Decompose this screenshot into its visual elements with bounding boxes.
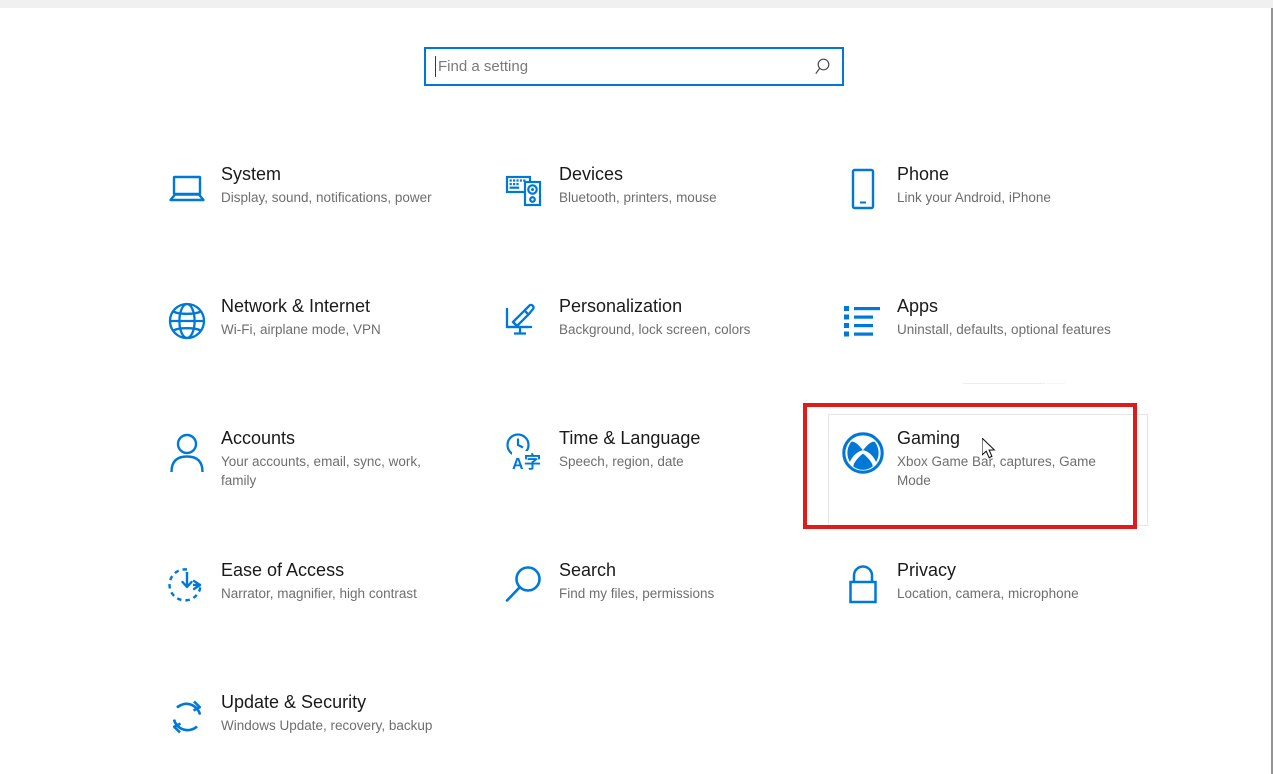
- svg-text:A: A: [512, 456, 524, 473]
- settings-tile-accounts[interactable]: Accounts Your accounts, email, sync, work…: [152, 414, 472, 526]
- settings-tile-description: Background, lock screen, colors: [559, 320, 750, 339]
- magnifier-icon: [497, 559, 553, 611]
- settings-tile-title: Devices: [559, 163, 717, 185]
- settings-tile-description: Wi-Fi, airplane mode, VPN: [221, 320, 381, 339]
- settings-tile-text: Apps Uninstall, defaults, optional featur…: [891, 289, 1111, 339]
- settings-tile-title: Privacy: [897, 559, 1079, 581]
- search-icon[interactable]: [808, 49, 842, 84]
- settings-tile-title: Network & Internet: [221, 295, 381, 317]
- settings-grid-row: Update & Security Windows Update, recover…: [0, 678, 1273, 774]
- settings-tile-ease-of-access[interactable]: Ease of Access Narrator, magnifier, high …: [152, 546, 472, 658]
- laptop-icon: [159, 163, 215, 215]
- settings-tile-privacy[interactable]: Privacy Location, camera, microphone: [828, 546, 1148, 658]
- settings-grid-row: Accounts Your accounts, email, sync, work…: [0, 414, 1273, 546]
- settings-tile-text: Update & Security Windows Update, recover…: [215, 685, 432, 735]
- find-a-setting-search-box[interactable]: [424, 47, 844, 86]
- settings-tile-description: Location, camera, microphone: [897, 584, 1079, 603]
- settings-tile-title: System: [221, 163, 432, 185]
- settings-tile-gaming[interactable]: Gaming Xbox Game Bar, captures, Game Mode: [828, 414, 1148, 526]
- settings-tile-time-language[interactable]: A字 Time & Language Speech, region, date: [490, 414, 810, 526]
- settings-tile-network-internet[interactable]: Network & Internet Wi-Fi, airplane mode, …: [152, 282, 472, 394]
- settings-tile-update-security[interactable]: Update & Security Windows Update, recover…: [152, 678, 472, 774]
- settings-tile-description: Narrator, magnifier, high contrast: [221, 584, 417, 603]
- settings-tile-description: Your accounts, email, sync, work, family: [221, 452, 451, 490]
- hover-outline-remnant-2: [1047, 383, 1065, 384]
- settings-tile-system[interactable]: System Display, sound, notifications, pow…: [152, 150, 472, 262]
- refresh-icon: [159, 691, 215, 743]
- settings-tile-title: Time & Language: [559, 427, 700, 449]
- settings-category-grid: System Display, sound, notifications, pow…: [0, 150, 1273, 774]
- ease-of-access-icon: [159, 559, 215, 611]
- settings-tile-text: Time & Language Speech, region, date: [553, 421, 700, 471]
- settings-tile-description: Bluetooth, printers, mouse: [559, 188, 717, 207]
- settings-tile-apps[interactable]: Apps Uninstall, defaults, optional featur…: [828, 282, 1148, 394]
- settings-tile-description: Windows Update, recovery, backup: [221, 716, 432, 735]
- settings-tile-description: Uninstall, defaults, optional features: [897, 320, 1111, 339]
- settings-tile-text: Network & Internet Wi-Fi, airplane mode, …: [215, 289, 381, 339]
- settings-tile-title: Search: [559, 559, 714, 581]
- settings-grid-row: Ease of Access Narrator, magnifier, high …: [0, 546, 1273, 678]
- window-title-bar-strip: [0, 0, 1273, 8]
- settings-tile-title: Phone: [897, 163, 1051, 185]
- text-caret: [435, 56, 436, 77]
- list-icon: [835, 295, 891, 347]
- settings-tile-title: Ease of Access: [221, 559, 417, 581]
- svg-text:字: 字: [524, 452, 541, 473]
- settings-tile-personalization[interactable]: Personalization Background, lock screen, …: [490, 282, 810, 394]
- search-input[interactable]: [426, 49, 808, 84]
- settings-tile-text: Privacy Location, camera, microphone: [891, 553, 1079, 603]
- settings-window: System Display, sound, notifications, pow…: [0, 0, 1273, 774]
- settings-tile-title: Gaming: [897, 427, 1127, 449]
- settings-tile-title: Accounts: [221, 427, 451, 449]
- settings-tile-search[interactable]: Search Find my files, permissions: [490, 546, 810, 658]
- settings-tile-description: Display, sound, notifications, power: [221, 188, 432, 207]
- settings-tile-title: Apps: [897, 295, 1111, 317]
- settings-tile-text: System Display, sound, notifications, pow…: [215, 157, 432, 207]
- phone-icon: [835, 163, 891, 215]
- settings-tile-description: Xbox Game Bar, captures, Game Mode: [897, 452, 1127, 490]
- paintbrush-monitor-icon: [497, 295, 553, 347]
- settings-grid-row: Network & Internet Wi-Fi, airplane mode, …: [0, 282, 1273, 414]
- settings-tile-text: Personalization Background, lock screen, …: [553, 289, 750, 339]
- settings-grid-row: System Display, sound, notifications, pow…: [0, 150, 1273, 282]
- person-icon: [159, 427, 215, 479]
- clock-language-icon: A字: [497, 427, 553, 479]
- lock-icon: [835, 559, 891, 611]
- settings-tile-text: Accounts Your accounts, email, sync, work…: [215, 421, 451, 490]
- settings-tile-title: Personalization: [559, 295, 750, 317]
- settings-tile-phone[interactable]: Phone Link your Android, iPhone: [828, 150, 1148, 262]
- globe-icon: [159, 295, 215, 347]
- settings-tile-text: Devices Bluetooth, printers, mouse: [553, 157, 717, 207]
- xbox-icon: [835, 427, 891, 479]
- hover-outline-remnant: [963, 383, 1045, 384]
- settings-tile-text: Phone Link your Android, iPhone: [891, 157, 1051, 207]
- settings-tile-description: Find my files, permissions: [559, 584, 714, 603]
- settings-tile-text: Ease of Access Narrator, magnifier, high …: [215, 553, 417, 603]
- devices-icon: [497, 163, 553, 215]
- settings-tile-title: Update & Security: [221, 691, 432, 713]
- settings-tile-description: Link your Android, iPhone: [897, 188, 1051, 207]
- settings-tile-description: Speech, region, date: [559, 452, 700, 471]
- settings-tile-text: Search Find my files, permissions: [553, 553, 714, 603]
- settings-tile-text: Gaming Xbox Game Bar, captures, Game Mode: [891, 421, 1127, 490]
- settings-tile-devices[interactable]: Devices Bluetooth, printers, mouse: [490, 150, 810, 262]
